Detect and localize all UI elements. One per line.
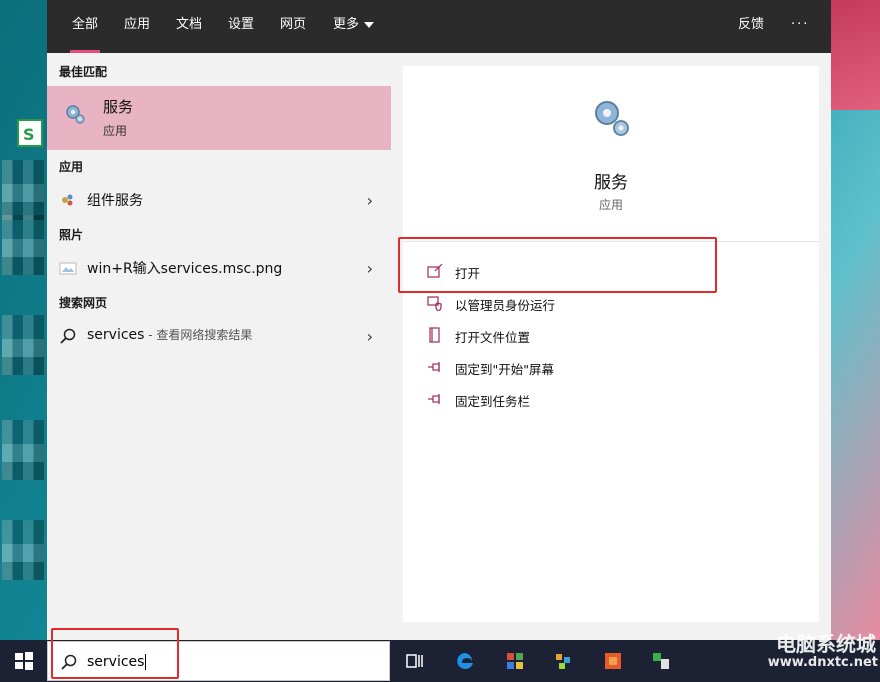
detail-title: 服务 xyxy=(594,173,628,193)
taskbar-app-icon[interactable] xyxy=(603,651,623,671)
detail-pane: 服务 应用 打开 以管理员身份运行 打开文件位置 固定到"开始"屏幕 固定到任务… xyxy=(403,66,819,622)
action-label: 固定到"开始"屏幕 xyxy=(455,362,554,377)
chevron-right-icon[interactable]: › xyxy=(367,191,373,210)
tab-all[interactable]: 全部 xyxy=(69,0,101,53)
wallpaper-accent xyxy=(830,0,880,110)
image-file-icon xyxy=(59,262,77,275)
result-label: win+R输入services.msc.png xyxy=(87,261,283,277)
annotation-box-open xyxy=(398,237,717,293)
section-web: 搜索网页 xyxy=(59,296,108,310)
result-component-services[interactable]: 组件服务 › xyxy=(47,183,391,217)
tab-settings[interactable]: 设置 xyxy=(228,0,254,53)
chevron-down-icon xyxy=(364,21,375,28)
watermark-url: www.dnxtc.net xyxy=(767,655,878,670)
section-photos: 照片 xyxy=(59,228,84,242)
web-query: services xyxy=(87,327,145,343)
tab-more[interactable]: 更多 xyxy=(333,0,375,53)
result-label: services - 查看网络搜索结果 xyxy=(87,326,252,343)
shield-icon xyxy=(427,296,442,311)
section-best-match: 最佳匹配 xyxy=(59,65,108,79)
results-list: 最佳匹配 服务 应用 应用 组件服务 › 照片 win+R输入services.… xyxy=(47,53,391,640)
blurred-desktop-icon[interactable] xyxy=(2,520,44,580)
taskbar-app-icon[interactable] xyxy=(553,651,573,671)
annotation-box-search xyxy=(51,628,179,679)
services-gear-icon xyxy=(595,101,629,136)
action-label: 固定到任务栏 xyxy=(455,394,531,409)
tab-more-label: 更多 xyxy=(333,17,360,32)
svg-text:S: S xyxy=(23,125,35,144)
watermark: 电脑系统城 xyxy=(776,632,876,656)
chevron-right-icon[interactable]: › xyxy=(367,259,373,278)
web-hint: - 查看网络搜索结果 xyxy=(144,328,253,342)
task-view-icon[interactable] xyxy=(405,651,425,671)
section-apps: 应用 xyxy=(59,160,84,174)
chevron-right-icon[interactable]: › xyxy=(367,327,373,346)
detail-subtitle: 应用 xyxy=(598,198,623,212)
filter-tab-bar: 全部 应用 文档 设置 网页 更多 反馈 ··· xyxy=(47,0,831,53)
more-options-button[interactable]: ··· xyxy=(791,0,809,53)
result-web-search[interactable]: services - 查看网络搜索结果 › xyxy=(47,319,391,353)
windows-start-icon[interactable] xyxy=(14,651,34,671)
wps-sheet-desktop-icon[interactable]: S xyxy=(14,118,48,158)
component-services-icon xyxy=(62,194,73,206)
edge-browser-icon[interactable] xyxy=(455,651,475,671)
taskbar-app-icon[interactable] xyxy=(505,651,525,671)
best-match-subtitle: 应用 xyxy=(103,124,128,138)
result-photo[interactable]: win+R输入services.msc.png › xyxy=(47,251,391,285)
folder-icon xyxy=(429,327,440,343)
result-label: 组件服务 xyxy=(87,193,143,209)
tab-web[interactable]: 网页 xyxy=(280,0,306,53)
blurred-desktop-icon[interactable] xyxy=(2,420,44,480)
blurred-desktop-icon[interactable] xyxy=(2,215,44,275)
action-label: 以管理员身份运行 xyxy=(455,298,556,313)
search-icon xyxy=(60,328,76,344)
start-search-panel: 全部 应用 文档 设置 网页 更多 反馈 ··· 最佳匹配 服务 应用 应用 组… xyxy=(47,0,831,640)
tab-apps[interactable]: 应用 xyxy=(124,0,150,53)
feedback-button[interactable]: 反馈 xyxy=(738,0,764,53)
pin-icon xyxy=(428,394,440,404)
blurred-desktop-icon[interactable] xyxy=(2,160,44,220)
tab-documents[interactable]: 文档 xyxy=(176,0,202,53)
pin-icon xyxy=(428,362,440,372)
best-match-item[interactable]: 服务 应用 xyxy=(47,86,391,150)
taskbar-app-icon[interactable] xyxy=(651,651,671,671)
blurred-desktop-icon[interactable] xyxy=(2,315,44,375)
services-gear-icon xyxy=(66,105,85,124)
action-label: 打开文件位置 xyxy=(455,330,531,345)
best-match-title: 服务 xyxy=(103,98,134,116)
